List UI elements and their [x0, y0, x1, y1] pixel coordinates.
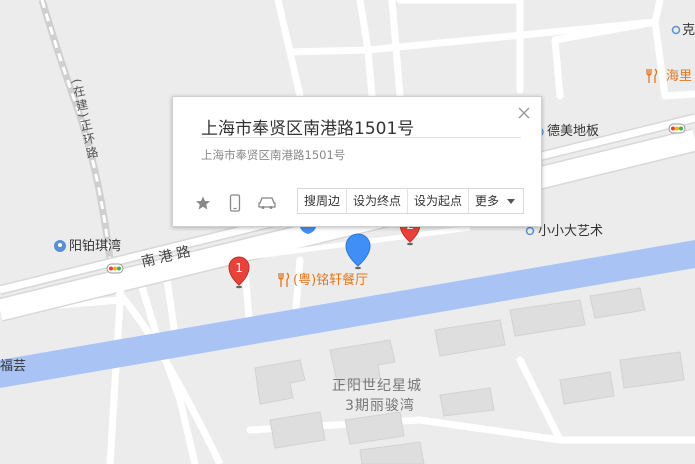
- set-origin-button[interactable]: 设为起点: [408, 189, 470, 213]
- star-icon[interactable]: [193, 194, 213, 212]
- popup-divider: [201, 137, 521, 138]
- poi-label-kang: 克: [682, 23, 695, 38]
- poi-label-yangbo: 阳铂琪湾: [69, 239, 122, 254]
- poi-label-estate-line2: 3期丽骏湾: [345, 398, 415, 414]
- close-icon[interactable]: [517, 105, 531, 119]
- set-destination-button[interactable]: 设为终点: [347, 189, 409, 213]
- marker-red-1-label: 1: [235, 261, 243, 275]
- poi-label-restaurant[interactable]: (粤)铭轩餐厅: [293, 274, 368, 287]
- popup-address: 上海市奉贤区南港路1501号: [201, 148, 346, 162]
- popup-icon-bar: [193, 194, 277, 212]
- traffic-light-icon: [106, 263, 124, 274]
- poi-label-xiaoxiao: 小小大艺术: [538, 224, 604, 239]
- search-nearby-button[interactable]: 搜周边: [298, 189, 348, 213]
- phone-icon[interactable]: [225, 194, 245, 212]
- chevron-down-icon: [507, 199, 516, 204]
- poi-label-haili: 海里: [666, 69, 693, 84]
- residence-pin-icon: [54, 240, 66, 252]
- popup-action-bar: 搜周边 设为终点 设为起点 更多: [297, 188, 525, 214]
- popup-title: 上海市奉贤区南港路1501号: [201, 119, 415, 139]
- more-button-label: 更多: [475, 194, 500, 208]
- car-icon[interactable]: [257, 194, 277, 212]
- traffic-light-icon: [668, 123, 686, 134]
- poi-label-demei: 德美地板: [547, 124, 600, 139]
- poi-label-estate-line1: 正阳世纪星城: [332, 378, 422, 394]
- poi-label-fuyun: 福芸: [0, 359, 27, 374]
- info-popup: 上海市奉贤区南港路1501号 上海市奉贤区南港路1501号 搜周边 设为终点 设…: [172, 96, 542, 227]
- more-button[interactable]: 更多: [469, 189, 524, 213]
